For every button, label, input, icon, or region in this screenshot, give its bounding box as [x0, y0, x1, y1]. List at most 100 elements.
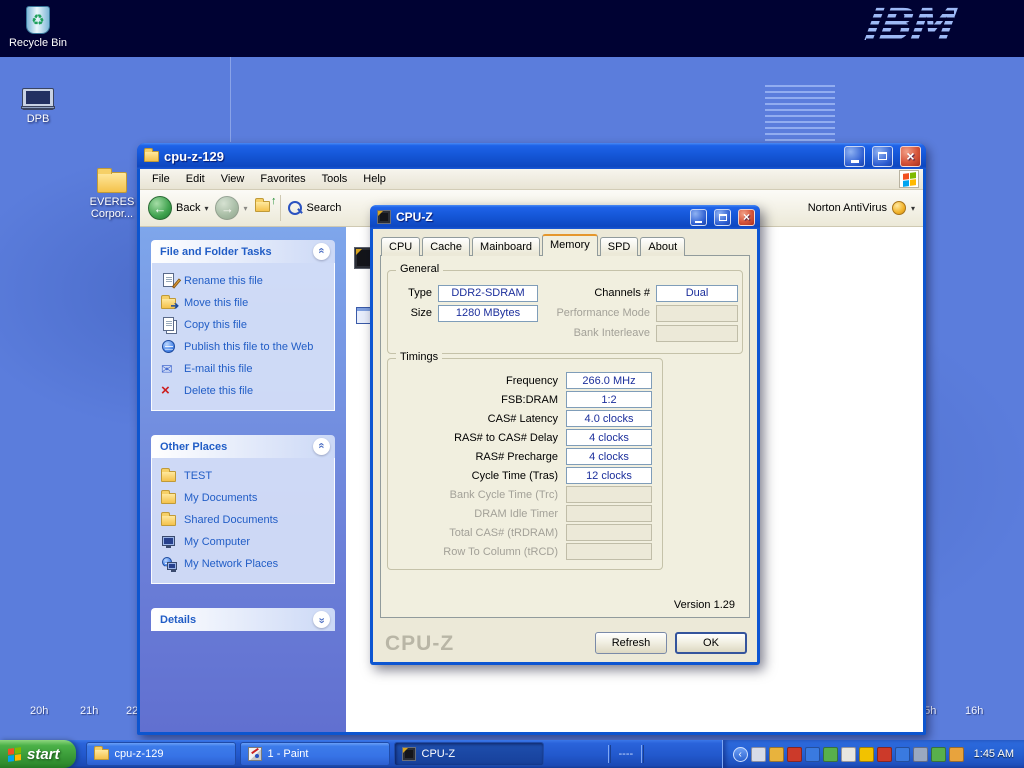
move-icon: ➔ [161, 295, 177, 311]
taskbar-item-cpu-z-129[interactable]: cpu-z-129 [86, 742, 236, 766]
toolbar-grip[interactable] [608, 745, 611, 763]
wallpaper-gridline [230, 57, 231, 142]
tray-icon[interactable] [805, 747, 820, 762]
size-value[interactable]: 1280 MBytes [438, 305, 538, 322]
search-button[interactable]: Search [288, 201, 342, 216]
desktop-icon-dpb[interactable]: DPB [8, 88, 68, 125]
timing-label: Cycle Time (Tras) [388, 470, 566, 482]
file-icon[interactable] [356, 307, 371, 324]
minimize-button[interactable] [690, 209, 707, 226]
channels-value[interactable]: Dual [656, 285, 738, 302]
up-arrow-icon: ↑ [271, 195, 277, 207]
timing-value[interactable]: 1:2 [566, 391, 652, 408]
close-button[interactable]: × [738, 209, 755, 226]
place-label: My Network Places [184, 558, 278, 570]
task-label: Move this file [184, 297, 248, 309]
task-publish-file[interactable]: Publish this file to the Web [161, 336, 330, 358]
tray-icon[interactable] [859, 747, 874, 762]
timing-label: FSB:DRAM [388, 394, 566, 406]
tray-icon[interactable] [769, 747, 784, 762]
timing-value[interactable]: 4.0 clocks [566, 410, 652, 427]
taskbar-clock[interactable]: 1:45 AM [974, 748, 1014, 760]
details-panel: Details » [151, 608, 335, 631]
tray-icon[interactable] [751, 747, 766, 762]
tray-icon[interactable] [841, 747, 856, 762]
menu-favorites[interactable]: Favorites [252, 170, 313, 188]
tab-cpu[interactable]: CPU [381, 237, 420, 256]
menu-edit[interactable]: Edit [178, 170, 213, 188]
tray-icon[interactable] [895, 747, 910, 762]
place-test[interactable]: TEST [161, 465, 330, 487]
ok-button[interactable]: OK [675, 632, 747, 654]
close-button[interactable]: × [900, 146, 921, 167]
tray-icon[interactable] [913, 747, 928, 762]
tray-icon[interactable] [877, 747, 892, 762]
collapse-chevron-icon[interactable]: » [313, 243, 330, 260]
tray-icon[interactable] [823, 747, 838, 762]
toolbar-grip[interactable] [641, 745, 644, 763]
memory-tab-page: General Type DDR2-SDRAM Channels # Dual … [380, 255, 750, 618]
tab-memory[interactable]: Memory [542, 234, 598, 256]
task-email-file[interactable]: ✉ E-mail this file [161, 358, 330, 380]
refresh-button[interactable]: Refresh [595, 632, 667, 654]
tray-icon[interactable] [931, 747, 946, 762]
type-value[interactable]: DDR2-SDRAM [438, 285, 538, 302]
tab-about[interactable]: About [640, 237, 685, 256]
forward-button[interactable]: → ▾ [215, 196, 247, 220]
menu-help[interactable]: Help [355, 170, 394, 188]
recycle-glyph: ♻ [27, 7, 49, 33]
tray-icon[interactable] [787, 747, 802, 762]
timing-value[interactable]: 4 clocks [566, 448, 652, 465]
timing-value[interactable]: 266.0 MHz [566, 372, 652, 389]
tab-mainboard[interactable]: Mainboard [472, 237, 540, 256]
desktop-icon-recycle-bin[interactable]: ♻ Recycle Bin [8, 6, 68, 49]
taskbar-item-paint[interactable]: 1 - Paint [240, 742, 390, 766]
tab-spd[interactable]: SPD [600, 237, 639, 256]
task-move-file[interactable]: ➔ Move this file [161, 292, 330, 314]
task-delete-file[interactable]: × Delete this file [161, 380, 330, 402]
cpuz-titlebar[interactable]: CPU-Z × [370, 205, 760, 229]
tray-icon[interactable] [949, 747, 964, 762]
timing-label: Row To Column (tRCD) [388, 546, 566, 558]
maximize-button[interactable] [872, 146, 893, 167]
panel-title: Details [160, 614, 196, 626]
minimize-button[interactable] [844, 146, 865, 167]
expand-chevron-icon[interactable]: » [313, 611, 330, 628]
menu-view[interactable]: View [213, 170, 253, 188]
taskbar-item-cpuz[interactable]: CPU-Z [394, 742, 544, 766]
tab-cache[interactable]: Cache [422, 237, 470, 256]
task-rename-file[interactable]: Rename this file [161, 270, 330, 292]
desktop-icon-everes[interactable]: EVERES Corpor... [84, 172, 140, 220]
menu-tools[interactable]: Tools [314, 170, 356, 188]
back-button[interactable]: ← Back ▾ [148, 196, 208, 220]
place-my-computer[interactable]: My Computer [161, 531, 330, 553]
file-folder-tasks-header[interactable]: File and Folder Tasks » [151, 240, 335, 263]
details-header[interactable]: Details » [151, 608, 335, 631]
place-my-network-places[interactable]: My Network Places [161, 553, 330, 575]
tray-chevron-icon[interactable]: ‹ [733, 747, 748, 762]
timing-value [566, 505, 652, 522]
timing-value [566, 543, 652, 560]
file-folder-tasks-panel: File and Folder Tasks » Rename this file… [151, 240, 335, 411]
up-button[interactable]: ↑ [255, 201, 273, 215]
maximize-button[interactable] [714, 209, 731, 226]
timing-value[interactable]: 4 clocks [566, 429, 652, 446]
performance-mode-value [656, 305, 738, 322]
timing-value[interactable]: 12 clocks [566, 467, 652, 484]
start-button[interactable]: start [0, 740, 76, 768]
other-places-header[interactable]: Other Places » [151, 435, 335, 458]
chevron-down-icon: ▾ [911, 204, 915, 213]
collapse-chevron-icon[interactable]: » [313, 438, 330, 455]
collapsed-toolbar[interactable]: ---- [600, 740, 653, 768]
task-label: Delete this file [184, 385, 253, 397]
explorer-titlebar[interactable]: cpu-z-129 × [137, 143, 926, 169]
timing-row: RAS# to CAS# Delay 4 clocks [388, 428, 662, 447]
menu-file[interactable]: File [144, 170, 178, 188]
place-my-documents[interactable]: My Documents [161, 487, 330, 509]
folder-icon [255, 201, 270, 212]
norton-antivirus-control[interactable]: Norton AntiVirus ▾ [808, 201, 915, 215]
timing-label: Total CAS# (tRDRAM) [388, 527, 566, 539]
copy-icon [161, 317, 177, 333]
task-copy-file[interactable]: Copy this file [161, 314, 330, 336]
place-shared-documents[interactable]: Shared Documents [161, 509, 330, 531]
